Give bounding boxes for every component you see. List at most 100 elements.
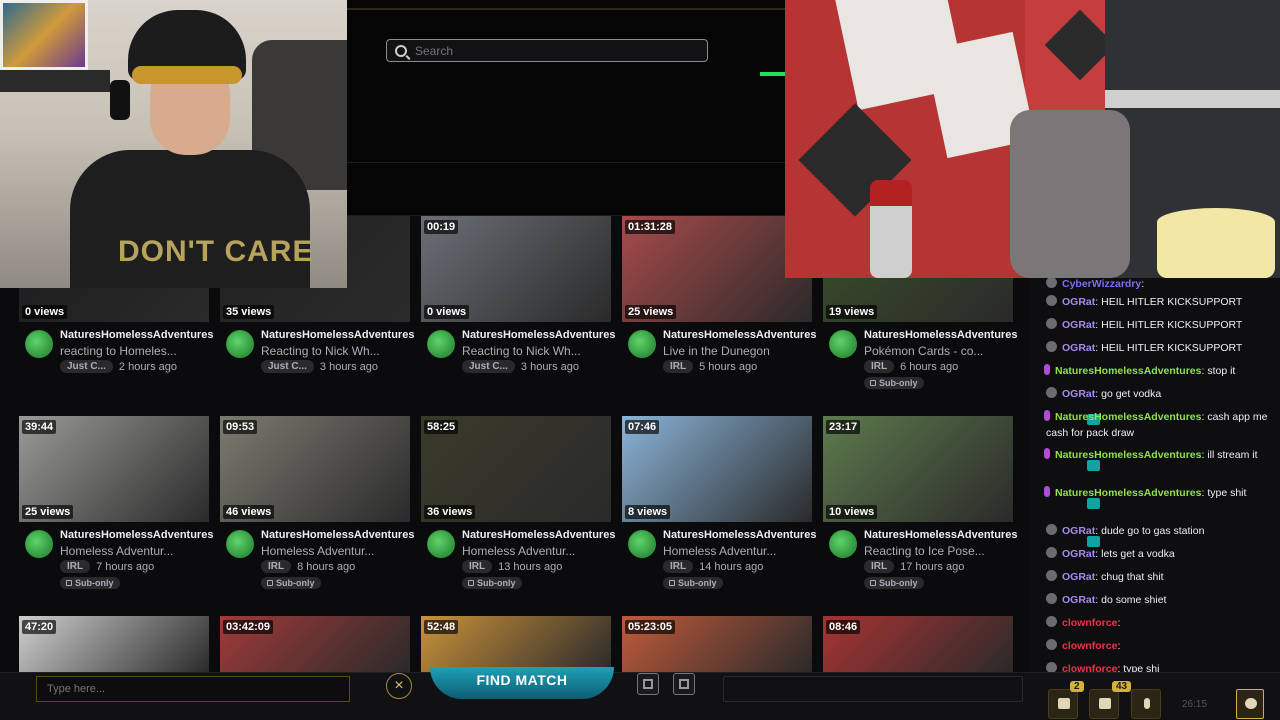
chat-tray-button[interactable] — [1048, 689, 1078, 719]
category-tag[interactable]: IRL — [663, 360, 694, 373]
tag-row: IRL 13 hours ago — [462, 560, 562, 573]
video-title[interactable]: Homeless Adventur... — [663, 544, 776, 558]
chat-username[interactable]: OGRat — [1062, 594, 1095, 606]
video-thumbnail[interactable]: 47:20 — [19, 616, 209, 672]
channel-avatar[interactable] — [226, 330, 254, 358]
channel-avatar[interactable] — [427, 330, 455, 358]
chat-message: clownforce: — [1046, 615, 1274, 631]
mic-tray-button[interactable] — [1131, 689, 1161, 719]
chat-username[interactable]: OGRat — [1062, 388, 1095, 400]
video-title[interactable]: Live in the Dunegon — [663, 344, 770, 358]
tag-row: IRL 6 hours ago — [864, 360, 958, 373]
chat-username[interactable]: OGRat — [1062, 319, 1095, 331]
video-thumbnail[interactable]: 09:53 46 views — [220, 416, 410, 522]
video-thumbnail[interactable]: 01:31:28 25 views — [622, 216, 812, 322]
channel-name[interactable]: NaturesHomelessAdventures — [663, 529, 816, 541]
duration-label: 23:17 — [826, 420, 861, 434]
bottle — [870, 180, 912, 278]
video-title[interactable]: Reacting to Ice Pose... — [864, 544, 985, 558]
video-title[interactable]: Reacting to Nick Wh... — [261, 344, 380, 358]
video-thumbnail[interactable]: 07:46 8 views — [622, 416, 812, 522]
chat-username[interactable]: NaturesHomelessAdventures — [1055, 411, 1201, 423]
chat-username[interactable]: clownforce — [1062, 663, 1117, 672]
category-tag[interactable]: Just C... — [462, 360, 515, 373]
category-tag[interactable]: IRL — [864, 560, 895, 573]
category-tag[interactable]: IRL — [60, 560, 91, 573]
channel-avatar[interactable] — [829, 530, 857, 558]
chat-input[interactable] — [36, 676, 350, 702]
window-button[interactable] — [673, 673, 695, 695]
channel-avatar[interactable] — [829, 330, 857, 358]
window-button[interactable] — [637, 673, 659, 695]
video-title[interactable]: Reacting to Nick Wh... — [462, 344, 581, 358]
find-match-button[interactable]: FIND MATCH — [430, 667, 614, 699]
chat-username[interactable]: NaturesHomelessAdventures — [1055, 449, 1201, 461]
user-badge-icon — [1046, 318, 1057, 329]
channel-name[interactable]: NaturesHomelessAdventures — [261, 329, 414, 341]
channel-name[interactable]: NaturesHomelessAdventures — [462, 329, 615, 341]
chat-separator: : — [1095, 319, 1099, 331]
chat-message: OGRat: HEIL HITLER KICKSUPPORT — [1046, 294, 1274, 310]
chat-username[interactable]: clownforce — [1062, 640, 1117, 652]
channel-name[interactable]: NaturesHomelessAdventures — [462, 529, 615, 541]
video-title[interactable]: reacting to Homeles... — [60, 344, 177, 358]
video-thumbnail[interactable]: 05:23:05 — [622, 616, 812, 672]
mic-badge-icon — [1044, 364, 1050, 375]
category-tag[interactable]: IRL — [261, 560, 292, 573]
category-tag[interactable]: IRL — [864, 360, 895, 373]
channel-avatar[interactable] — [628, 330, 656, 358]
views-label: 36 views — [424, 505, 476, 519]
keyboard-shelf — [0, 70, 110, 92]
channel-name[interactable]: NaturesHomelessAdventures — [261, 529, 414, 541]
chat-username[interactable]: OGRat — [1062, 571, 1095, 583]
channel-avatar[interactable] — [226, 530, 254, 558]
chat-username[interactable]: OGRat — [1062, 296, 1095, 308]
time-ago: 13 hours ago — [498, 560, 563, 573]
tag-row: IRL 14 hours ago — [663, 560, 763, 573]
chat-username[interactable]: NaturesHomelessAdventures — [1055, 487, 1201, 499]
channel-name[interactable]: NaturesHomelessAdventures — [864, 329, 1017, 341]
channel-avatar[interactable] — [628, 530, 656, 558]
views-label: 8 views — [625, 505, 671, 519]
chat-username[interactable]: OGRat — [1062, 525, 1095, 537]
chat-separator: : — [1201, 449, 1205, 461]
video-title[interactable]: Homeless Adventur... — [261, 544, 374, 558]
channel-avatar[interactable] — [25, 530, 53, 558]
video-thumbnail[interactable]: 23:17 10 views — [823, 416, 1013, 522]
category-tag[interactable]: IRL — [663, 560, 694, 573]
category-tag[interactable]: IRL — [462, 560, 493, 573]
bug-report-button[interactable] — [1236, 689, 1264, 719]
video-thumbnail[interactable]: 39:44 25 views — [19, 416, 209, 522]
video-thumbnail[interactable]: 03:42:09 — [220, 616, 410, 672]
category-tag[interactable]: Just C... — [261, 360, 314, 373]
chat-username[interactable]: OGRat — [1062, 548, 1095, 560]
views-label: 0 views — [424, 305, 470, 319]
category-tag[interactable]: Just C... — [60, 360, 113, 373]
chat-username[interactable]: OGRat — [1062, 342, 1095, 354]
views-label: 10 views — [826, 505, 878, 519]
close-button[interactable]: × — [386, 673, 412, 699]
chat-separator: : — [1117, 640, 1121, 652]
chat-separator: : — [1095, 296, 1099, 308]
chat-username[interactable]: CyberWizzardry — [1062, 278, 1141, 290]
chat-message: OGRat: do some shiet — [1046, 592, 1274, 608]
channel-name[interactable]: NaturesHomelessAdventures — [864, 529, 1017, 541]
video-thumbnail[interactable]: 52:48 — [421, 616, 611, 672]
chat-username[interactable]: clownforce — [1062, 617, 1117, 629]
channel-avatar[interactable] — [427, 530, 455, 558]
chat-username[interactable]: NaturesHomelessAdventures — [1055, 365, 1201, 377]
video-title[interactable]: Homeless Adventur... — [462, 544, 575, 558]
channel-avatar[interactable] — [25, 330, 53, 358]
channel-name[interactable]: NaturesHomelessAdventures — [663, 329, 816, 341]
channel-name[interactable]: NaturesHomelessAdventures — [60, 529, 213, 541]
collection-tray-button[interactable] — [1089, 689, 1119, 719]
video-thumbnail[interactable]: 00:19 0 views — [421, 216, 611, 322]
video-title[interactable]: Homeless Adventur... — [60, 544, 173, 558]
video-thumbnail[interactable]: 58:25 36 views — [421, 416, 611, 522]
channel-name[interactable]: NaturesHomelessAdventures — [60, 329, 213, 341]
sub-only-label: Sub-only — [477, 578, 516, 588]
video-title[interactable]: Pokémon Cards - co... — [864, 344, 983, 358]
video-thumbnail[interactable]: 08:46 — [823, 616, 1013, 672]
views-label: 46 views — [223, 505, 275, 519]
chat-message: OGRat: HEIL HITLER KICKSUPPORT — [1046, 340, 1274, 356]
